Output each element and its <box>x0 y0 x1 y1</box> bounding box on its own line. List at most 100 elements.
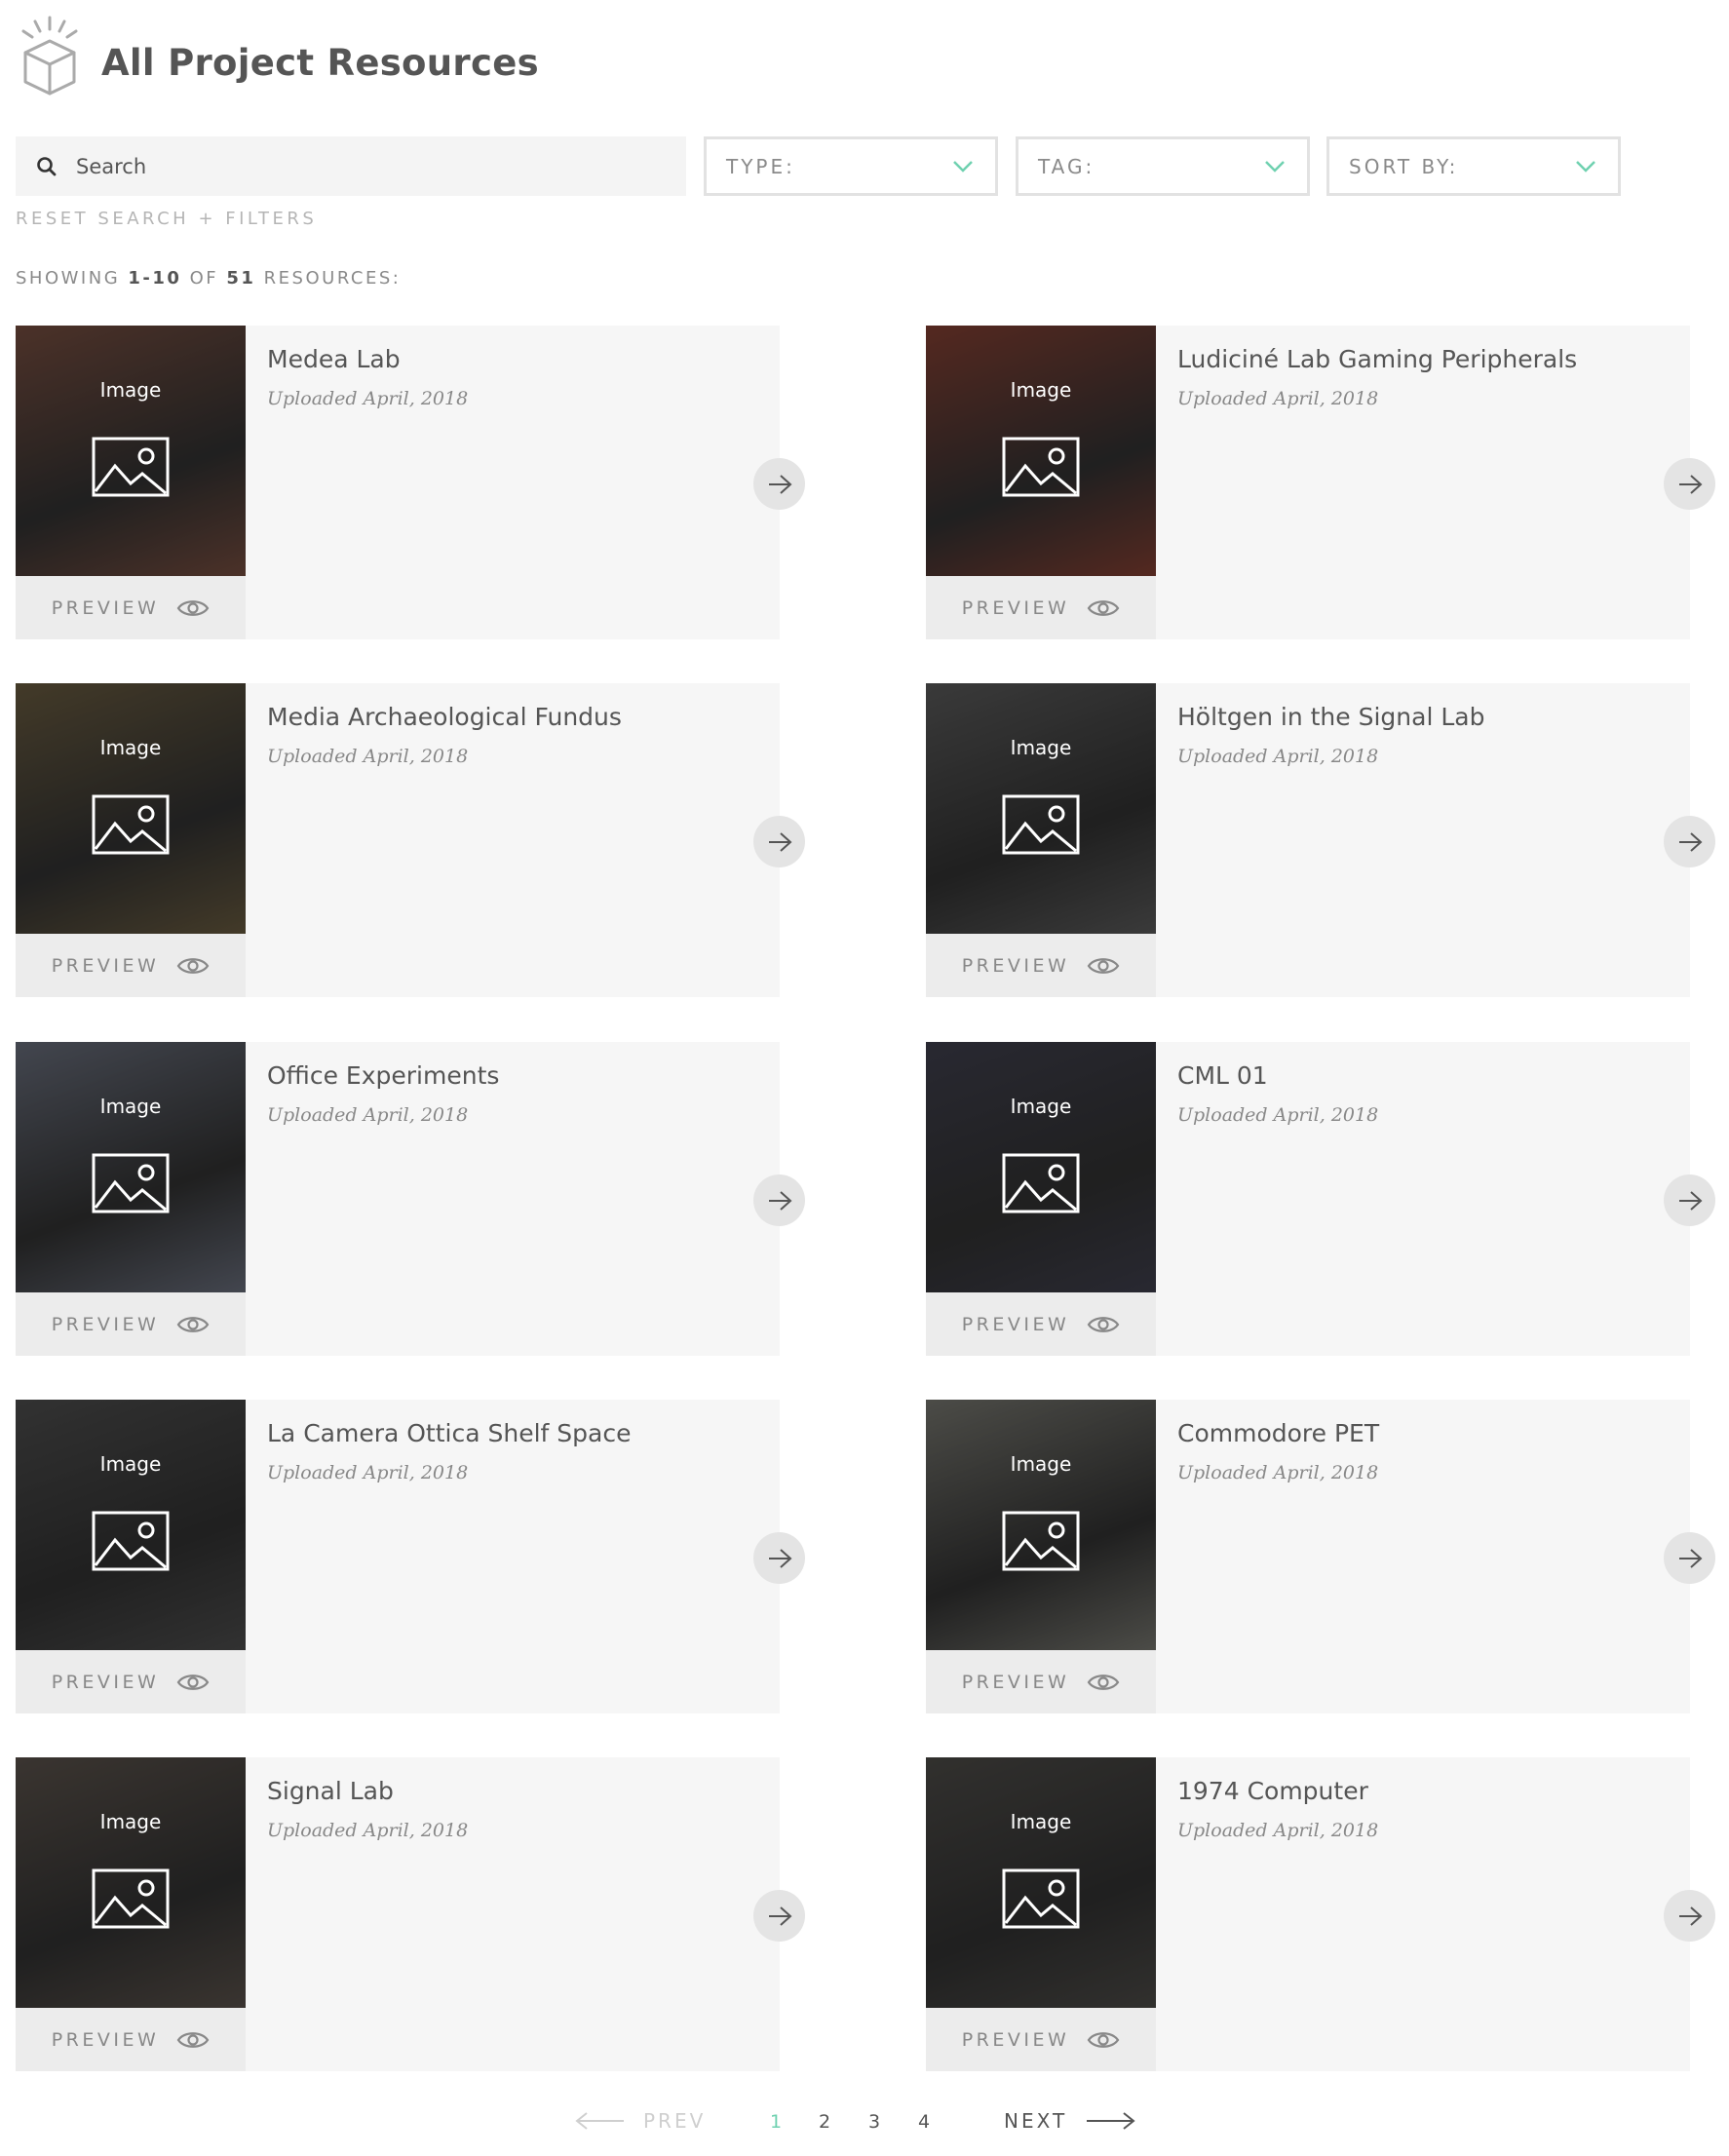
tag-filter-select[interactable]: TAG: <box>1016 136 1310 196</box>
preview-label: PREVIEW <box>961 597 1070 619</box>
chevron-down-icon <box>953 160 973 173</box>
chevron-down-icon <box>1576 160 1595 173</box>
image-icon <box>92 1511 170 1571</box>
resource-card[interactable]: Image PREVIEW Höltgen in the Signal Lab … <box>926 683 1715 997</box>
open-resource-button[interactable] <box>1664 1532 1715 1584</box>
open-resource-button[interactable] <box>753 1532 805 1584</box>
resource-title[interactable]: CML 01 <box>1177 1061 1268 1090</box>
image-icon <box>92 437 170 497</box>
resource-title[interactable]: Ludiciné Lab Gaming Peripherals <box>1177 345 1577 373</box>
open-resource-button[interactable] <box>753 458 805 510</box>
arrow-right-icon <box>1678 474 1702 494</box>
image-type-label: Image <box>99 1095 162 1118</box>
resource-title[interactable]: Höltgen in the Signal Lab <box>1177 703 1484 731</box>
resource-card[interactable]: Image PREVIEW 1974 Computer Uploaded Apr… <box>926 1757 1715 2071</box>
preview-button[interactable]: PREVIEW <box>926 934 1156 997</box>
image-icon <box>92 1153 170 1213</box>
resource-thumbnail[interactable]: Image <box>926 1042 1156 1292</box>
eye-icon <box>1087 599 1120 616</box>
resource-card[interactable]: Image PREVIEW La Camera Ottica Shelf Spa… <box>16 1400 805 1713</box>
resource-card[interactable]: Image PREVIEW Ludiciné Lab Gaming Periph… <box>926 326 1715 639</box>
resource-upload-date: Uploaded April, 2018 <box>1177 1820 1379 1841</box>
resource-thumbnail[interactable]: Image <box>926 1400 1156 1650</box>
open-resource-button[interactable] <box>1664 1890 1715 1942</box>
preview-button[interactable]: PREVIEW <box>926 1292 1156 1356</box>
page-link-2[interactable]: 2 <box>819 2111 830 2133</box>
page-link-3[interactable]: 3 <box>868 2111 880 2133</box>
resource-card[interactable]: Image PREVIEW Medea Lab Uploaded April, … <box>16 326 805 639</box>
resource-thumbnail[interactable]: Image <box>16 1042 246 1292</box>
eye-icon <box>1087 957 1120 974</box>
open-resource-button[interactable] <box>753 1890 805 1942</box>
page-link-4[interactable]: 4 <box>918 2111 930 2133</box>
eye-icon <box>1087 1674 1120 1690</box>
open-resource-button[interactable] <box>753 1174 805 1226</box>
image-type-label: Image <box>99 378 162 402</box>
resource-card[interactable]: Image PREVIEW Media Archaeological Fundu… <box>16 683 805 997</box>
preview-button[interactable]: PREVIEW <box>926 576 1156 639</box>
preview-button[interactable]: PREVIEW <box>16 934 246 997</box>
arrow-right-icon <box>1678 1548 1702 1568</box>
resource-thumbnail[interactable]: Image <box>16 683 246 934</box>
sort-by-select[interactable]: SORT BY: <box>1326 136 1621 196</box>
resource-title[interactable]: La Camera Ottica Shelf Space <box>267 1419 631 1447</box>
next-label: NEXT <box>1004 2109 1068 2133</box>
type-filter-label: TYPE: <box>726 154 795 178</box>
search-input[interactable] <box>76 154 661 178</box>
image-type-label: Image <box>99 1810 162 1833</box>
search-bar[interactable] <box>16 136 686 196</box>
page-link-1[interactable]: 1 <box>770 2111 782 2133</box>
type-filter-select[interactable]: TYPE: <box>704 136 998 196</box>
resource-upload-date: Uploaded April, 2018 <box>267 746 469 767</box>
preview-button[interactable]: PREVIEW <box>926 1650 1156 1713</box>
preview-label: PREVIEW <box>51 1671 160 1693</box>
resource-upload-date: Uploaded April, 2018 <box>1177 746 1379 767</box>
resource-title[interactable]: Commodore PET <box>1177 1419 1379 1447</box>
results-count: SHOWING 1-10 OF 51 RESOURCES: <box>16 268 402 289</box>
prev-page-button[interactable]: PREV <box>575 2109 706 2133</box>
resource-thumbnail[interactable]: Image <box>16 326 246 576</box>
preview-label: PREVIEW <box>961 2028 1070 2051</box>
resource-thumbnail[interactable]: Image <box>16 1757 246 2008</box>
open-resource-button[interactable] <box>753 816 805 867</box>
resource-card[interactable]: Image PREVIEW Commodore PET Uploaded Apr… <box>926 1400 1715 1713</box>
arrow-right-icon <box>1678 1190 1702 1211</box>
resource-upload-date: Uploaded April, 2018 <box>267 1462 469 1483</box>
reset-filters-link[interactable]: RESET SEARCH + FILTERS <box>16 209 317 229</box>
preview-button[interactable]: PREVIEW <box>16 1292 246 1356</box>
resource-thumbnail[interactable]: Image <box>16 1400 246 1650</box>
resource-title[interactable]: Signal Lab <box>267 1777 394 1805</box>
resource-thumbnail[interactable]: Image <box>926 326 1156 576</box>
image-type-label: Image <box>1010 1810 1072 1833</box>
resource-thumbnail[interactable]: Image <box>926 1757 1156 2008</box>
resource-title[interactable]: Medea Lab <box>267 345 401 373</box>
resource-card[interactable]: Image PREVIEW Signal Lab Uploaded April,… <box>16 1757 805 2071</box>
preview-label: PREVIEW <box>51 2028 160 2051</box>
image-icon <box>92 794 170 855</box>
tag-filter-label: TAG: <box>1038 154 1095 178</box>
preview-button[interactable]: PREVIEW <box>926 2008 1156 2071</box>
arrow-right-icon <box>1087 2112 1135 2130</box>
resource-title[interactable]: 1974 Computer <box>1177 1777 1368 1805</box>
preview-label: PREVIEW <box>51 597 160 619</box>
resource-upload-date: Uploaded April, 2018 <box>1177 1104 1379 1126</box>
resource-title[interactable]: Office Experiments <box>267 1061 499 1090</box>
image-type-label: Image <box>1010 736 1072 759</box>
preview-button[interactable]: PREVIEW <box>16 1650 246 1713</box>
next-page-button[interactable]: NEXT <box>1004 2109 1135 2133</box>
open-resource-button[interactable] <box>1664 816 1715 867</box>
arrow-right-icon <box>768 1190 791 1211</box>
prev-label: PREV <box>643 2109 707 2133</box>
open-resource-button[interactable] <box>1664 458 1715 510</box>
resource-title[interactable]: Media Archaeological Fundus <box>267 703 622 731</box>
open-resource-button[interactable] <box>1664 1174 1715 1226</box>
preview-button[interactable]: PREVIEW <box>16 2008 246 2071</box>
resource-thumbnail[interactable]: Image <box>926 683 1156 934</box>
eye-icon <box>1087 1316 1120 1332</box>
image-type-label: Image <box>99 1452 162 1476</box>
resource-card[interactable]: Image PREVIEW CML 01 Uploaded April, 201… <box>926 1042 1715 1356</box>
sort-by-label: SORT BY: <box>1349 154 1459 178</box>
resource-card[interactable]: Image PREVIEW Office Experiments Uploade… <box>16 1042 805 1356</box>
preview-button[interactable]: PREVIEW <box>16 576 246 639</box>
arrow-right-icon <box>1678 831 1702 852</box>
